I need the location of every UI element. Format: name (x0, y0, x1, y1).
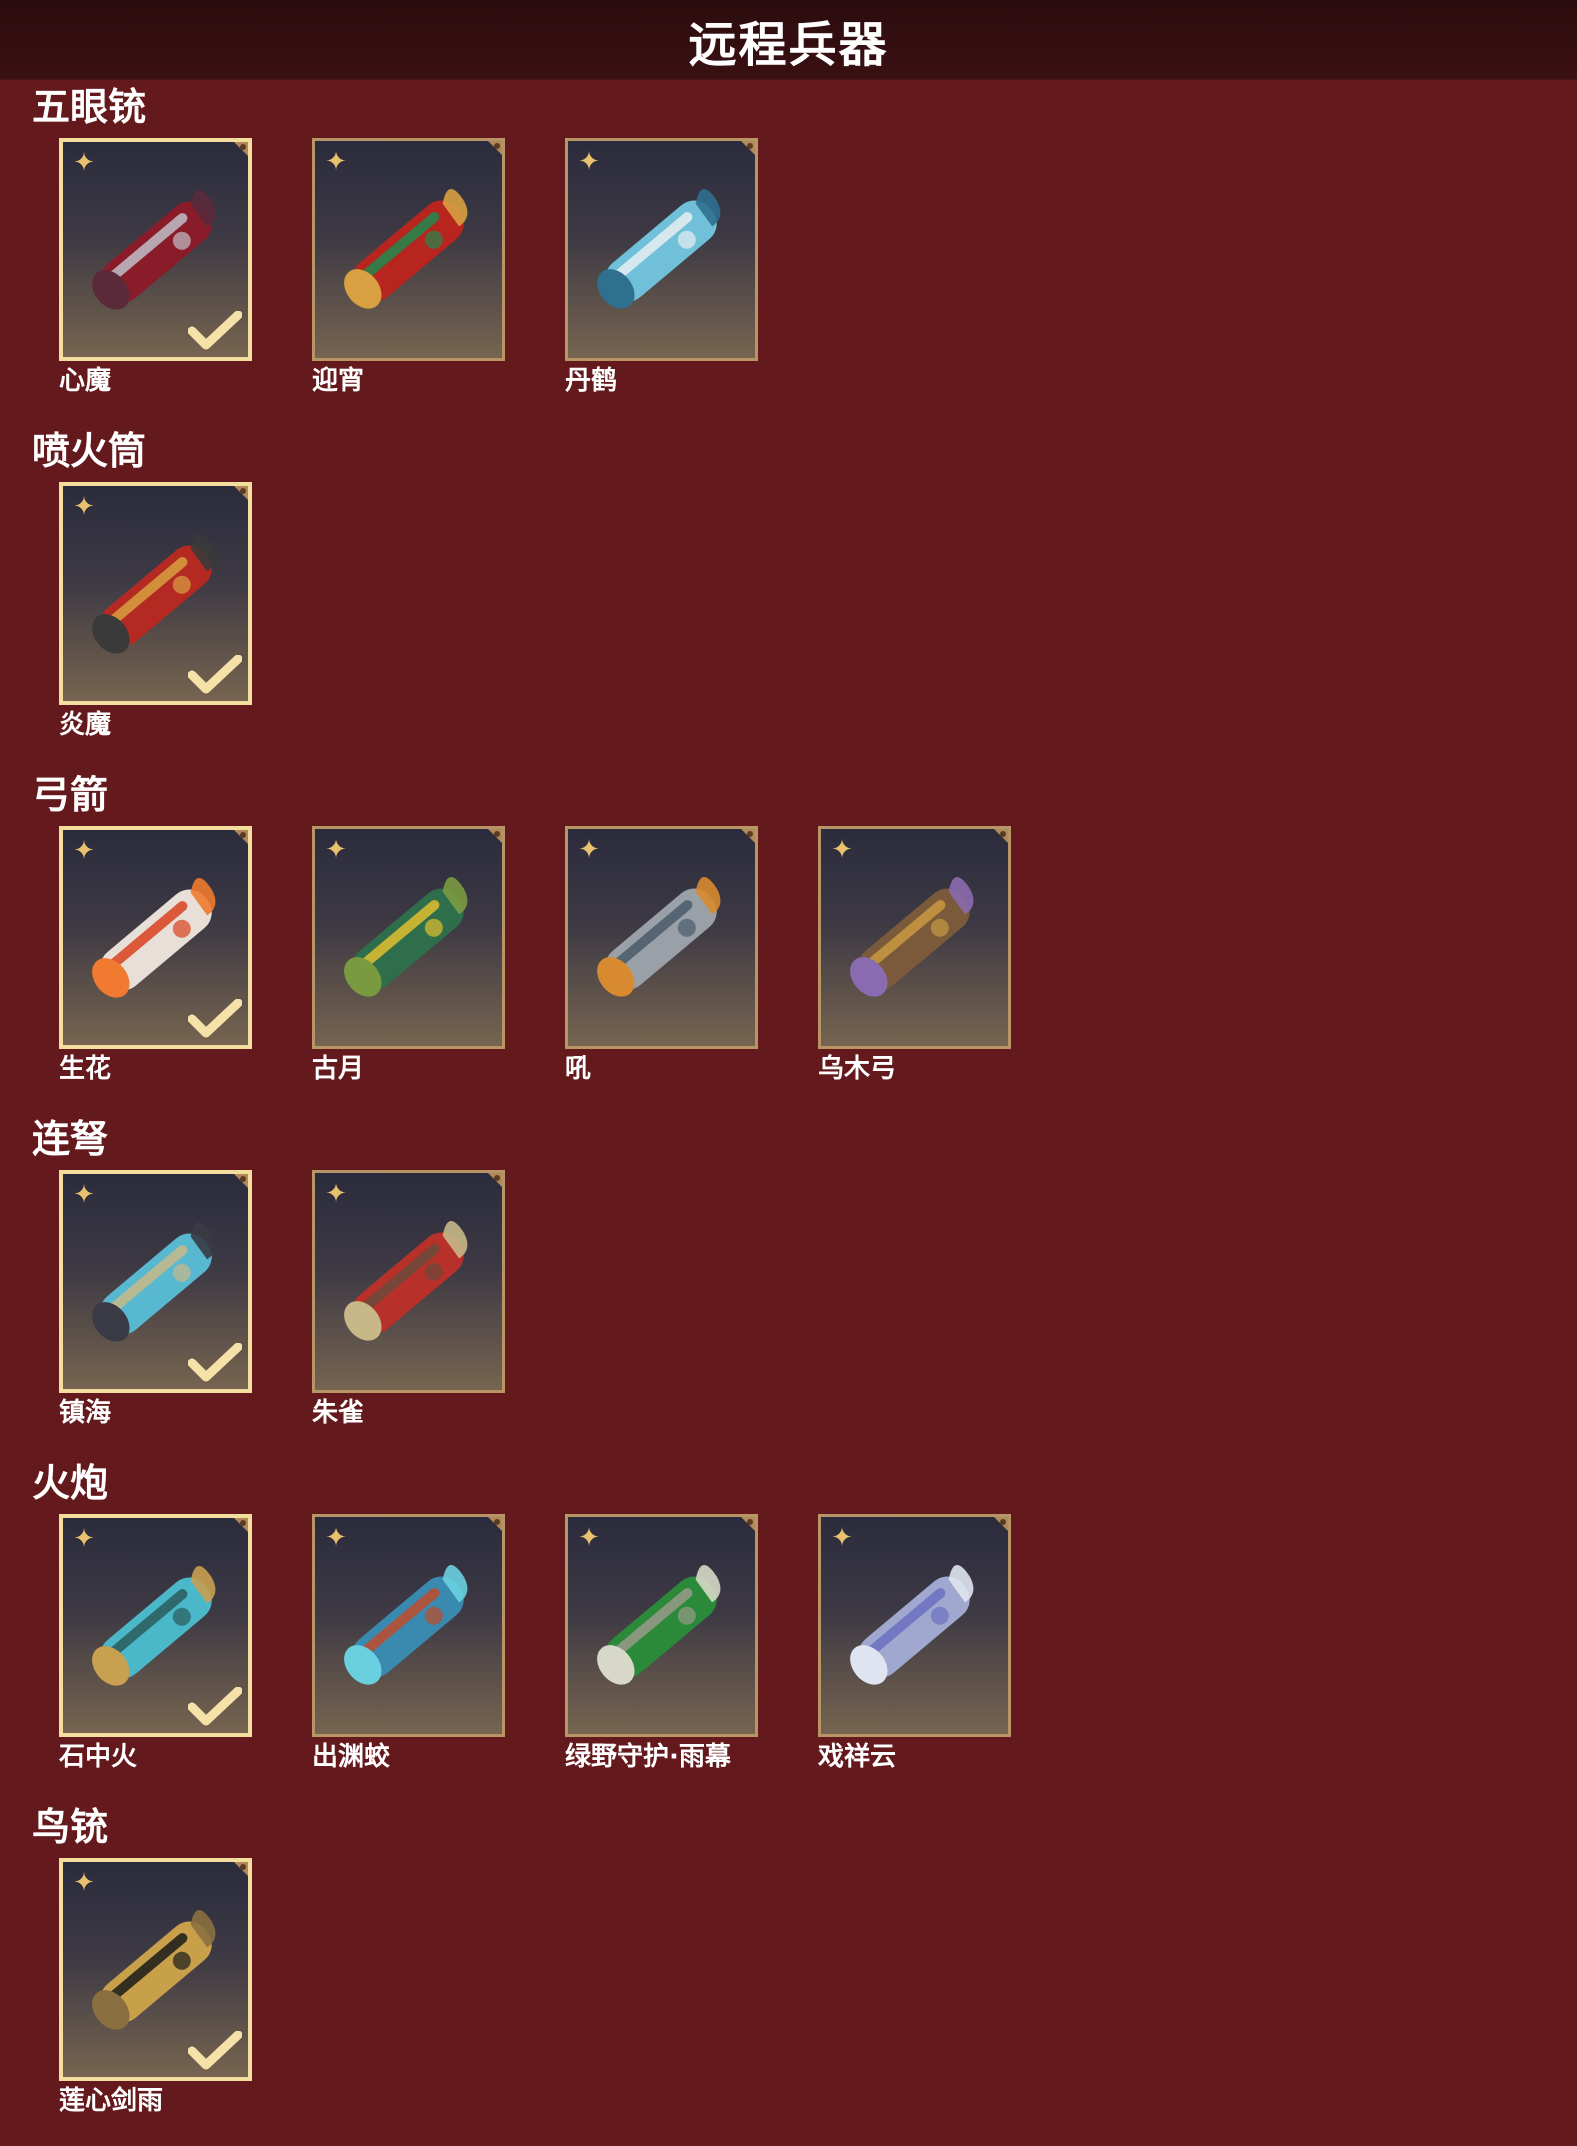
weapon-name: 出渊蛟 (312, 1742, 391, 1772)
corner-dot-icon (747, 831, 753, 837)
weapon-card[interactable]: ✦ (312, 1514, 505, 1737)
rarity-star-icon: ✦ (325, 1523, 347, 1553)
corner-dot-icon (240, 488, 246, 494)
category-title: 鸟铳 (32, 1805, 109, 1849)
page-title: 远程兵器 (688, 16, 889, 73)
weapon-card[interactable]: ✦ (59, 1858, 252, 2081)
corner-dot-icon (494, 831, 500, 837)
weapon-item[interactable]: ✦ 生花 (59, 826, 259, 1096)
weapon-category: 火炮 ✦ 石中火 ✦ 出渊蛟 ✦ 绿野守护·雨幕 ✦ 戏祥云 (0, 1458, 1577, 1802)
corner-dot-icon (747, 143, 753, 149)
weapon-name: 绿野守护·雨幕 (565, 1742, 731, 1772)
corner-dot-icon (240, 1176, 246, 1182)
weapon-name: 戏祥云 (818, 1742, 897, 1772)
weapon-name: 生花 (59, 1054, 112, 1084)
weapon-item[interactable]: ✦ 戏祥云 (818, 1514, 1018, 1784)
corner-dot-icon (240, 144, 246, 150)
weapon-name: 丹鹤 (565, 366, 618, 396)
rarity-star-icon: ✦ (578, 1523, 600, 1553)
weapon-item[interactable]: ✦ 镇海 (59, 1170, 259, 1440)
rarity-star-icon: ✦ (578, 835, 600, 865)
corner-dot-icon (494, 143, 500, 149)
corner-dot-icon (1000, 1519, 1006, 1525)
weapon-card[interactable]: ✦ (565, 1514, 758, 1737)
rarity-star-icon: ✦ (73, 1180, 95, 1210)
weapon-item[interactable]: ✦ 莲心剑雨 (59, 1858, 259, 2128)
weapon-name: 炎魔 (59, 710, 112, 740)
weapon-card[interactable]: ✦ (312, 826, 505, 1049)
weapon-item[interactable]: ✦ 绿野守护·雨幕 (565, 1514, 765, 1784)
weapon-name: 吼 (565, 1054, 592, 1084)
weapon-name: 迎宵 (312, 366, 365, 396)
weapon-item[interactable]: ✦ 吼 (565, 826, 765, 1096)
weapon-category: 鸟铳 ✦ 莲心剑雨 (0, 1802, 1577, 2146)
corner-dot-icon (494, 1519, 500, 1525)
weapon-name: 朱雀 (312, 1398, 365, 1428)
rarity-star-icon: ✦ (73, 836, 95, 866)
category-title: 连弩 (32, 1117, 109, 1161)
weapon-item[interactable]: ✦ 心魔 (59, 138, 259, 408)
rarity-star-icon: ✦ (831, 1523, 853, 1553)
weapon-category: 弓箭 ✦ 生花 ✦ 古月 ✦ 吼 ✦ 乌木弓 (0, 770, 1577, 1114)
weapon-name: 古月 (312, 1054, 365, 1084)
weapon-card[interactable]: ✦ (59, 482, 252, 705)
checkmark-icon (188, 999, 242, 1038)
weapon-name: 镇海 (59, 1398, 112, 1428)
corner-dot-icon (240, 1520, 246, 1526)
weapon-item[interactable]: ✦ 石中火 (59, 1514, 259, 1784)
corner-dot-icon (747, 1519, 753, 1525)
weapon-card[interactable]: ✦ (312, 138, 505, 361)
checkmark-icon (188, 1687, 242, 1726)
rarity-star-icon: ✦ (325, 1179, 347, 1209)
weapon-card[interactable]: ✦ (818, 1514, 1011, 1737)
checkmark-icon (188, 2031, 242, 2070)
category-title: 火炮 (32, 1461, 109, 1505)
weapon-item[interactable]: ✦ 朱雀 (312, 1170, 512, 1440)
corner-dot-icon (240, 832, 246, 838)
weapon-card[interactable]: ✦ (59, 138, 252, 361)
weapon-card[interactable]: ✦ (565, 138, 758, 361)
rarity-star-icon: ✦ (831, 835, 853, 865)
weapon-category: 连弩 ✦ 镇海 ✦ 朱雀 (0, 1114, 1577, 1458)
weapon-card[interactable]: ✦ (312, 1170, 505, 1393)
rarity-star-icon: ✦ (73, 1524, 95, 1554)
weapon-item[interactable]: ✦ 乌木弓 (818, 826, 1018, 1096)
weapon-card[interactable]: ✦ (565, 826, 758, 1049)
weapon-item[interactable]: ✦ 丹鹤 (565, 138, 765, 408)
weapon-card[interactable]: ✦ (818, 826, 1011, 1049)
weapon-name: 石中火 (59, 1742, 138, 1772)
weapon-card[interactable]: ✦ (59, 1514, 252, 1737)
checkmark-icon (188, 655, 242, 694)
weapon-name: 莲心剑雨 (59, 2086, 164, 2116)
category-title: 喷火筒 (32, 429, 147, 473)
weapon-item[interactable]: ✦ 迎宵 (312, 138, 512, 408)
rarity-star-icon: ✦ (73, 1868, 95, 1898)
checkmark-icon (188, 311, 242, 350)
category-title: 五眼铳 (32, 85, 147, 129)
weapon-item[interactable]: ✦ 古月 (312, 826, 512, 1096)
weapon-category: 喷火筒 ✦ 炎魔 (0, 426, 1577, 770)
weapon-item[interactable]: ✦ 出渊蛟 (312, 1514, 512, 1784)
rarity-star-icon: ✦ (325, 147, 347, 177)
rarity-star-icon: ✦ (73, 148, 95, 178)
weapon-card[interactable]: ✦ (59, 826, 252, 1049)
corner-dot-icon (240, 1864, 246, 1870)
category-title: 弓箭 (32, 773, 109, 817)
corner-dot-icon (494, 1175, 500, 1181)
weapon-name: 乌木弓 (818, 1054, 897, 1084)
weapon-name: 心魔 (59, 366, 112, 396)
rarity-star-icon: ✦ (325, 835, 347, 865)
checkmark-icon (188, 1343, 242, 1382)
weapon-card[interactable]: ✦ (59, 1170, 252, 1393)
weapon-item[interactable]: ✦ 炎魔 (59, 482, 259, 752)
weapon-category: 五眼铳 ✦ 心魔 ✦ 迎宵 ✦ 丹鹤 (0, 82, 1577, 426)
header-bar: 远程兵器 (0, 0, 1577, 80)
corner-dot-icon (1000, 831, 1006, 837)
rarity-star-icon: ✦ (73, 492, 95, 522)
rarity-star-icon: ✦ (578, 147, 600, 177)
